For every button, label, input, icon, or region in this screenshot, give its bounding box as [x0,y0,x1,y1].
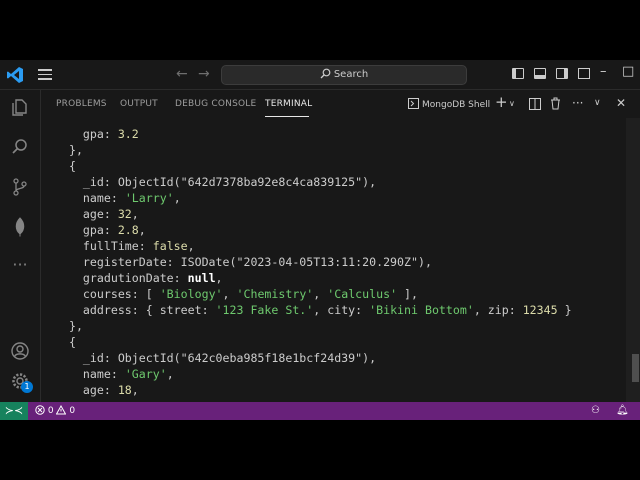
tab-terminal[interactable]: TERMINAL [265,99,312,109]
maximize-panel-icon[interactable]: ∨ [594,98,601,108]
terminal-line: name: 'Larry', [55,191,181,205]
more-views-icon[interactable]: ··· [10,255,30,275]
terminal-line: age: 18, [55,383,139,397]
terminal-line: _id: ObjectId("642c0eba985f18e1bcf24d39"… [55,351,377,365]
shell-label: MongoDB Shell [422,100,491,110]
new-terminal-icon[interactable]: + [495,93,508,111]
window-minimize-button[interactable]: – [600,64,607,79]
split-terminal-icon[interactable] [529,98,541,110]
search-label: Search [333,69,369,80]
terminal-line: address: { street: '123 Fake St.', city:… [55,303,572,317]
explorer-icon[interactable] [10,97,30,117]
notifications-bell-icon[interactable]: 🔔︎ [616,405,629,416]
terminal-line: _id: ObjectId("642d7378ba92e8c4ca839125"… [55,175,377,189]
customize-layout-icon[interactable] [578,68,590,79]
forward-arrow-icon[interactable]: → [198,66,210,82]
search-box[interactable]: Search [221,65,467,85]
terminal-scrollbar[interactable] [632,354,639,382]
terminal-line: { [55,335,76,349]
chevron-down-icon[interactable]: ∨ [509,99,515,108]
terminal-line: gradutionDate: null, [55,271,223,285]
tab-output[interactable]: OUTPUT [120,99,158,109]
close-panel-icon[interactable]: ✕ [616,96,626,110]
terminal-line: gpa: 2.8, [55,223,146,237]
search-view-icon[interactable] [10,137,30,157]
vscode-logo-icon [7,67,23,83]
terminal-icon [408,98,419,109]
terminal-line: }, [55,319,83,333]
back-arrow-icon[interactable]: ← [176,66,188,82]
accounts-icon[interactable] [10,341,30,361]
active-tab-indicator [265,116,309,117]
panel-header: PROBLEMS OUTPUT DEBUG CONSOLE TERMINAL M… [41,90,640,118]
toggle-secondary-sidebar-icon[interactable] [556,68,568,79]
terminal-line: age: 32, [55,207,139,221]
letterbox-top [0,0,640,60]
warning-count: 0 [69,406,76,416]
terminal-shell-selector[interactable]: MongoDB Shell [408,98,490,110]
terminal-line: { [55,159,76,173]
window-maximize-button[interactable]: □ [622,64,634,79]
problems-status[interactable]: 0 0 [35,404,76,416]
menu-icon[interactable] [38,69,52,80]
terminal-line: }, [55,143,83,157]
terminal-output[interactable]: gpa: 3.2 }, { _id: ObjectId("642d7378ba9… [41,118,626,402]
terminal-text: gpa: 3.2 }, { _id: ObjectId("642d7378ba9… [55,126,572,398]
search-icon [320,68,331,79]
feedback-icon[interactable]: ⚇ [591,405,600,416]
vscode-window: ← → Search – □ ··· 1 PROBLEMS OUTPUT DEB… [0,60,640,420]
trash-icon[interactable] [550,97,561,110]
tab-debug-console[interactable]: DEBUG CONSOLE [175,99,256,109]
terminal-line: name: 'Gary', [55,367,174,381]
terminal-line: gpa: 3.2 [55,127,139,141]
status-bar: ≻≺ 0 0 ⚇ 🔔︎ [0,402,640,420]
error-icon [35,405,45,415]
warning-icon [56,404,67,415]
source-control-icon[interactable] [10,177,30,197]
error-count: 0 [47,406,54,416]
terminal-line: fullTime: false, [55,239,195,253]
toggle-panel-icon[interactable] [534,68,546,79]
letterbox-bottom [0,420,640,480]
more-actions-icon[interactable]: ··· [572,96,583,110]
terminal-line: courses: [ 'Biology', 'Chemistry', 'Calc… [55,287,419,301]
tab-problems[interactable]: PROBLEMS [56,99,107,109]
settings-update-badge: 1 [21,381,33,393]
toggle-sidebar-icon[interactable] [512,68,524,79]
mongodb-leaf-icon[interactable] [10,217,30,237]
title-bar: ← → Search – □ [0,60,640,90]
activity-bar: ··· 1 [0,90,41,402]
terminal-line: registerDate: ISODate("2023-04-05T13:11:… [55,255,432,269]
remote-indicator-icon[interactable]: ≻≺ [0,402,28,420]
